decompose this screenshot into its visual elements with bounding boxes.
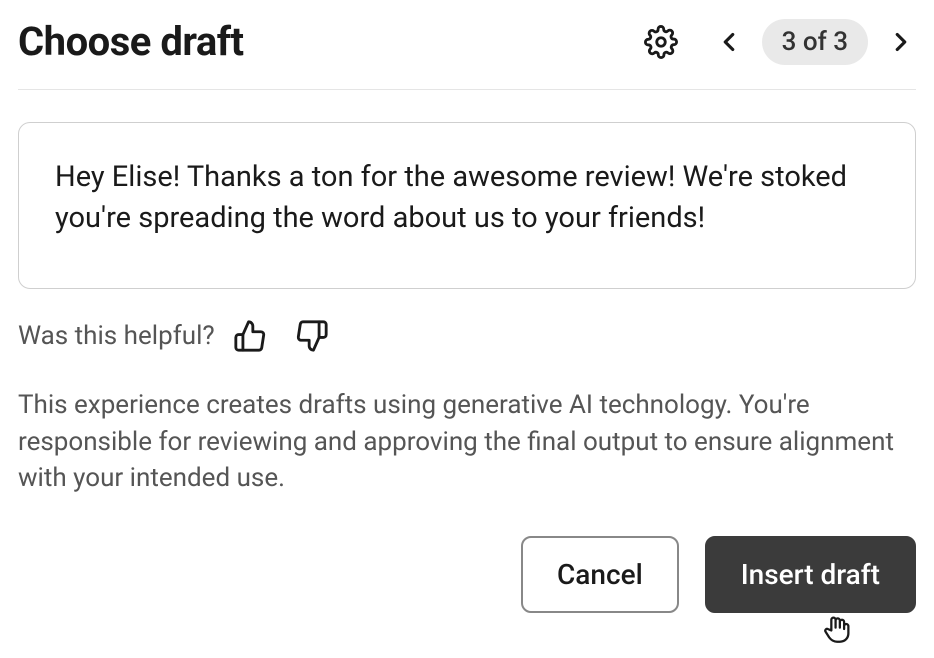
gear-icon <box>644 25 678 59</box>
draft-text: Hey Elise! Thanks a ton for the awesome … <box>55 160 847 235</box>
thumbs-down-button[interactable] <box>295 319 329 353</box>
action-buttons: Cancel Insert draft <box>18 536 916 613</box>
insert-draft-button[interactable]: Insert draft <box>705 536 916 613</box>
cursor-icon <box>820 612 854 646</box>
draft-text-box: Hey Elise! Thanks a ton for the awesome … <box>18 122 916 289</box>
feedback-prompt: Was this helpful? <box>18 321 215 351</box>
prev-button[interactable] <box>714 27 744 57</box>
chevron-right-icon <box>886 27 916 57</box>
feedback-row: Was this helpful? <box>18 319 916 353</box>
disclaimer-text: This experience creates drafts using gen… <box>18 387 898 496</box>
settings-button[interactable] <box>644 25 678 59</box>
header: Choose draft 3 of 3 <box>18 18 916 90</box>
page-indicator: 3 of 3 <box>762 19 868 65</box>
header-controls: 3 of 3 <box>644 19 916 65</box>
cancel-button[interactable]: Cancel <box>521 536 679 613</box>
thumbs-down-icon <box>295 319 329 353</box>
next-button[interactable] <box>886 27 916 57</box>
feedback-thumbs <box>233 319 329 353</box>
thumbs-up-button[interactable] <box>233 319 267 353</box>
pager: 3 of 3 <box>714 19 916 65</box>
thumbs-up-icon <box>233 319 267 353</box>
page-title: Choose draft <box>18 18 244 65</box>
chevron-left-icon <box>714 27 744 57</box>
